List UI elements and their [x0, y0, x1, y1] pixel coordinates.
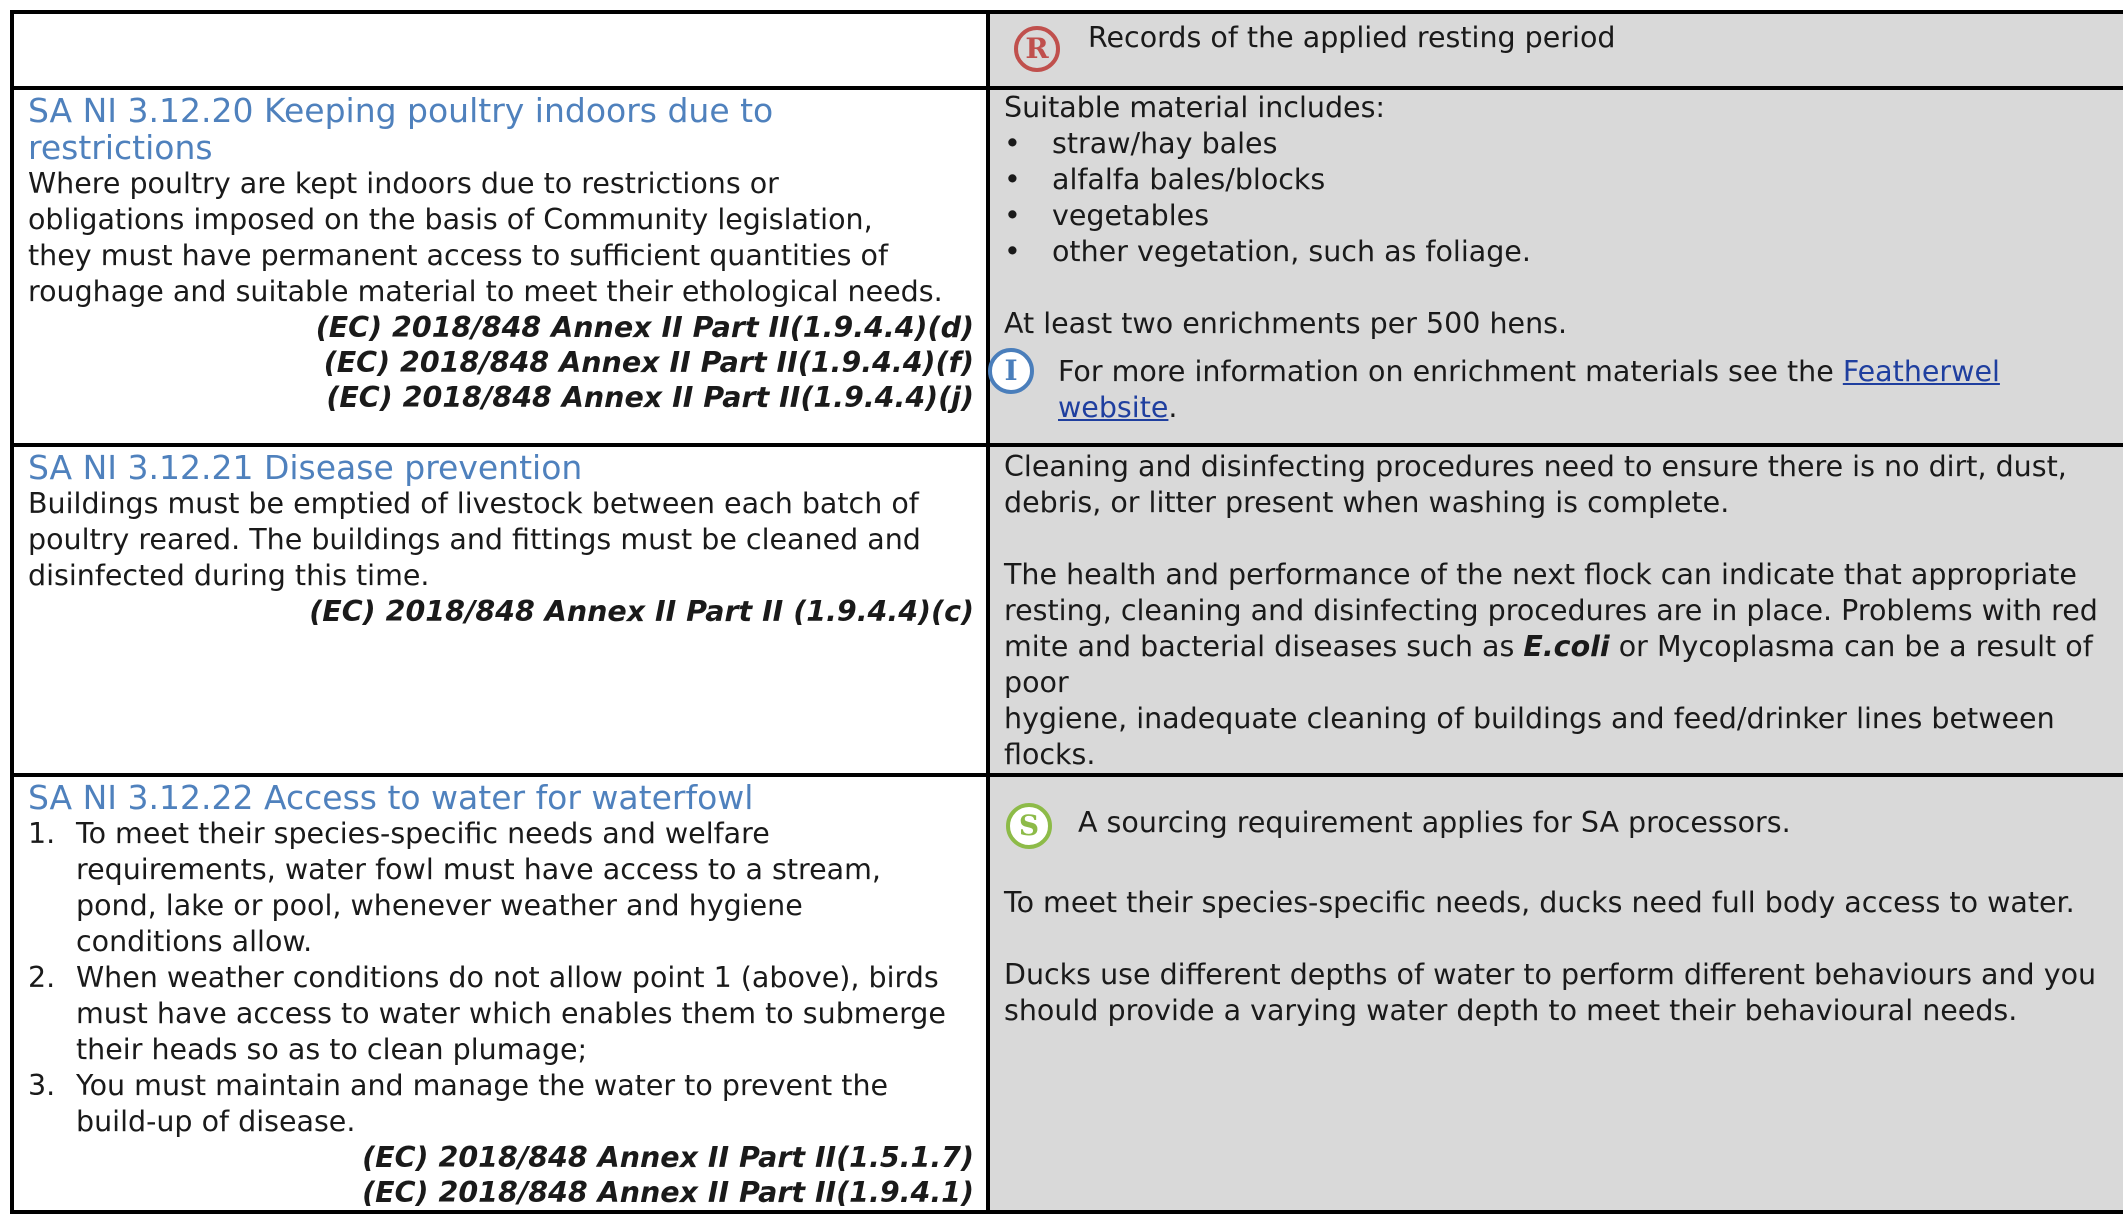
guidance-line: resting, cleaning and disinfecting proce…	[1004, 594, 2098, 627]
featherwel-website-link[interactable]: website	[1058, 391, 1168, 424]
list-number: 1.	[28, 817, 56, 850]
list-item: 3. You must maintain and manage the wate…	[28, 1068, 974, 1140]
legal-references: (EC) 2018/848 Annex II Part II(1.5.1.7) …	[28, 1140, 974, 1210]
list-number: 2.	[28, 961, 56, 994]
list-item: alfalfa bales/blocks	[1004, 162, 2116, 198]
table-row: SA NI 3.12.21 Disease prevention Buildin…	[10, 443, 2123, 777]
records-note: R Records of the applied resting period	[1004, 20, 2116, 72]
guidance-fragment: mite and bacterial diseases such as	[1004, 630, 1524, 663]
information-i-icon: I	[988, 348, 1034, 394]
featherwel-link[interactable]: Featherwel	[1843, 355, 2000, 388]
standard-heading: SA NI 3.12.20 Keeping poultry indoors du…	[28, 92, 974, 166]
guidance-body: Cleaning and disinfecting procedures nee…	[1004, 449, 2116, 773]
guidance-line: should provide a varying water depth to …	[1004, 994, 2018, 1027]
standard-heading: SA NI 3.12.22 Access to water for waterf…	[28, 778, 754, 817]
guidance-line: The health and performance of the next f…	[1004, 558, 2077, 591]
list-item: 2. When weather conditions do not allow …	[28, 960, 974, 1068]
guidance-line: mite and bacterial diseases such as E.co…	[1004, 629, 2116, 701]
list-line: To meet their species-specific needs and…	[76, 817, 770, 850]
heading-line: SA NI 3.12.20 Keeping poultry indoors du…	[28, 91, 774, 130]
requirements-list: 1. To meet their species-specific needs …	[28, 816, 974, 1140]
info-text: For more information on enrichment mater…	[1058, 354, 2116, 426]
standard-cell: SA NI 3.12.22 Access to water for waterf…	[10, 773, 990, 1214]
table-row: SA NI 3.12.20 Keeping poultry indoors du…	[10, 86, 2123, 447]
guidance-line: debris, or litter present when washing i…	[1004, 486, 1730, 519]
heading-line: restrictions	[28, 128, 213, 167]
standard-cell: SA NI 3.12.21 Disease prevention Buildin…	[10, 443, 990, 777]
enrichment-text: At least two enrichments per 500 hens.	[1004, 307, 1568, 340]
table-row: SA NI 3.12.22 Access to water for waterf…	[10, 773, 2123, 1214]
guidance-line: To meet their species-specific needs, du…	[1004, 886, 2075, 919]
legal-reference: (EC) 2018/848 Annex II Part II(1.9.4.4)(…	[326, 381, 974, 414]
list-line: their heads so as to clean plumage;	[76, 1033, 588, 1066]
body-line: roughage and suitable material to meet t…	[28, 275, 943, 308]
legal-reference: (EC) 2018/848 Annex II Part II (1.9.4.4)…	[309, 595, 974, 628]
standard-body: Where poultry are kept indoors due to re…	[28, 166, 974, 310]
records-r-icon: R	[1014, 26, 1060, 72]
guidance-line: Ducks use different depths of water to p…	[1004, 958, 2097, 991]
guidance-cell: R Records of the applied resting period	[986, 10, 2123, 90]
legal-reference: (EC) 2018/848 Annex II Part II(1.9.4.4)(…	[315, 311, 974, 344]
list-item: straw/hay bales	[1004, 126, 2116, 162]
body-line: Buildings must be emptied of livestock b…	[28, 487, 919, 520]
list-number: 3.	[28, 1069, 56, 1102]
list-line: When weather conditions do not allow poi…	[76, 961, 939, 994]
guidance-cell: Cleaning and disinfecting procedures nee…	[986, 443, 2123, 777]
guidance-body: Suitable material includes: straw/hay ba…	[988, 90, 2116, 426]
guidance-cell: Suitable material includes: straw/hay ba…	[986, 86, 2123, 447]
standards-table: R Records of the applied resting period …	[10, 10, 2123, 1214]
guidance-line: Cleaning and disinfecting procedures nee…	[1004, 450, 2067, 483]
standard-body: Buildings must be emptied of livestock b…	[28, 486, 974, 594]
info-text-body: For more information on enrichment mater…	[1058, 355, 1834, 388]
document-page: { "row1": { "records_text": "Records of …	[0, 0, 2123, 1214]
material-list: straw/hay bales alfalfa bales/blocks veg…	[1004, 126, 2116, 270]
table-row: R Records of the applied resting period	[10, 10, 2123, 90]
sourcing-s-icon: S	[1006, 803, 1052, 849]
body-line: obligations imposed on the basis of Comm…	[28, 203, 873, 236]
list-line: requirements, water fowl must have acces…	[76, 853, 881, 886]
list-line: You must maintain and manage the water t…	[76, 1069, 889, 1102]
legal-references: (EC) 2018/848 Annex II Part II(1.9.4.4)(…	[28, 310, 974, 415]
list-line: conditions allow.	[76, 925, 313, 958]
legal-reference: (EC) 2018/848 Annex II Part II(1.9.4.1)	[362, 1176, 974, 1209]
list-item: 1. To meet their species-specific needs …	[28, 816, 974, 960]
body-line: Where poultry are kept indoors due to re…	[28, 167, 779, 200]
list-item: other vegetation, such as foliage.	[1004, 234, 2116, 270]
list-line: build-up of disease.	[76, 1105, 356, 1138]
body-line: poultry reared. The buildings and fittin…	[28, 523, 921, 556]
guidance-line: hygiene, inadequate cleaning of building…	[1004, 702, 2055, 735]
list-line: pond, lake or pool, whenever weather and…	[76, 889, 803, 922]
standard-heading: SA NI 3.12.21 Disease prevention	[28, 448, 583, 487]
body-line: disinfected during this time.	[28, 559, 430, 592]
standard-cell: SA NI 3.12.20 Keeping poultry indoors du…	[10, 86, 990, 447]
sourcing-text: A sourcing requirement applies for SA pr…	[1078, 806, 1791, 839]
sourcing-note: S A sourcing requirement applies for SA …	[1006, 803, 2116, 849]
guidance-cell: S A sourcing requirement applies for SA …	[986, 773, 2123, 1214]
list-line: must have access to water which enables …	[76, 997, 946, 1030]
body-line: they must have permanent access to suffi…	[28, 239, 888, 272]
guidance-intro: Suitable material includes:	[1004, 91, 1386, 124]
legal-reference: (EC) 2018/848 Annex II Part II(1.5.1.7)	[362, 1141, 974, 1174]
empty-standard-cell	[10, 10, 990, 90]
guidance-body: S A sourcing requirement applies for SA …	[1004, 803, 2116, 1029]
info-end: .	[1168, 391, 1178, 424]
info-note: I For more information on enrichment mat…	[988, 348, 2116, 426]
ecoli-term: E.coli	[1523, 630, 1610, 663]
legal-reference: (EC) 2018/848 Annex II Part II(1.9.4.4)(…	[323, 346, 974, 379]
records-text: Records of the applied resting period	[1088, 21, 1616, 54]
list-item: vegetables	[1004, 198, 2116, 234]
guidance-line: flocks.	[1004, 738, 1096, 771]
